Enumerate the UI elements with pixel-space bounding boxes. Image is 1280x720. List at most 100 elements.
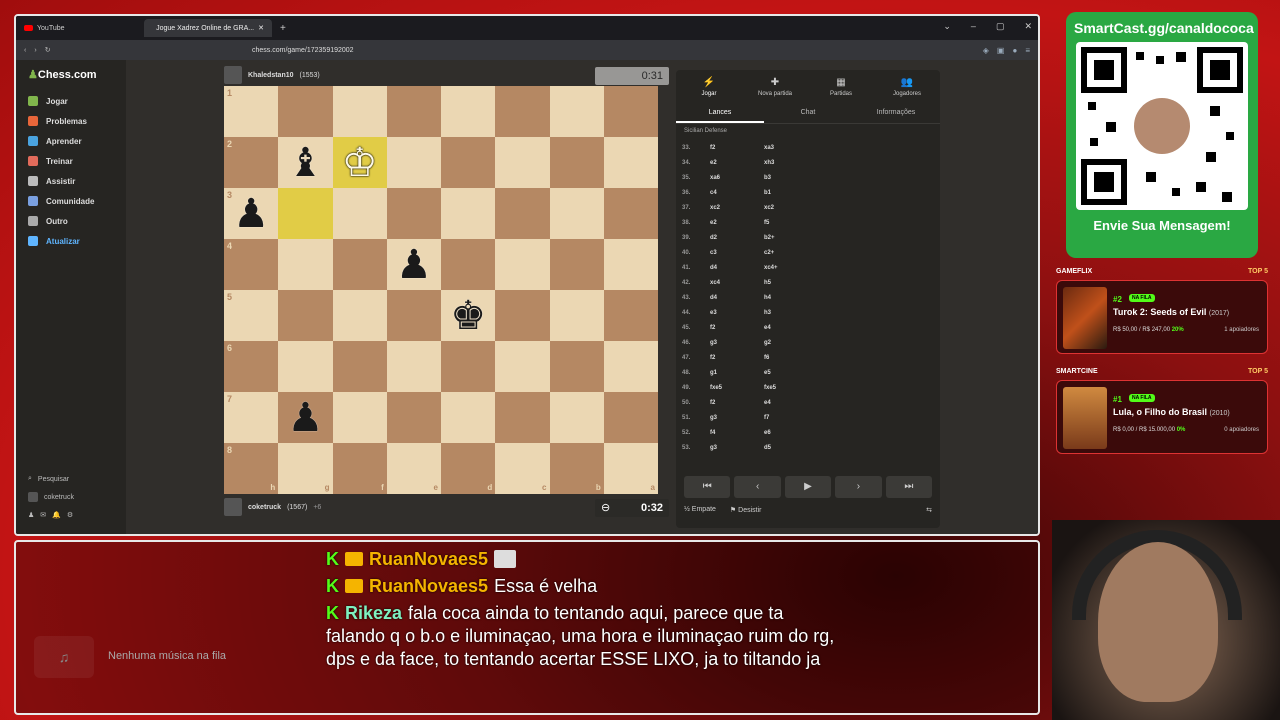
- black-move[interactable]: e4: [764, 400, 824, 406]
- square-g2[interactable]: ♝: [278, 137, 333, 188]
- maximize-icon[interactable]: ▢: [996, 21, 1005, 32]
- chessboard[interactable]: 1 2 ♝ ♔ 3 ♟ 4 ♟ 5 ♚ 6 7 ♟ 8 h g f e d c b a: [224, 86, 658, 494]
- square-d5[interactable]: ♚: [441, 290, 496, 341]
- square-h8[interactable]: 8h: [224, 443, 279, 494]
- black-move[interactable]: f6: [764, 355, 824, 361]
- white-piece[interactable]: ♔: [342, 143, 378, 183]
- chat-username[interactable]: RuanNovaes5: [369, 576, 488, 596]
- my-avatar[interactable]: [224, 498, 242, 516]
- black-move[interactable]: f7: [764, 415, 824, 421]
- sidebar-item-outro[interactable]: Outro: [28, 211, 114, 231]
- square-e3[interactable]: [386, 188, 441, 239]
- sidebar-item-atualizar[interactable]: Atualizar: [28, 231, 114, 251]
- reload-icon[interactable]: ↻: [45, 46, 51, 54]
- square-c1[interactable]: [495, 86, 550, 137]
- chat-username[interactable]: RuanNovaes5: [369, 549, 488, 569]
- draw-button[interactable]: ½ Empate: [684, 506, 716, 514]
- white-move[interactable]: f4: [710, 430, 764, 436]
- square-a2[interactable]: [603, 137, 658, 188]
- square-b7[interactable]: [549, 392, 604, 443]
- tab-chess[interactable]: Jogue Xadrez Online de GRA... ✕: [144, 19, 272, 37]
- tab-jogadores[interactable]: 👥 Jogadores: [874, 70, 940, 104]
- square-e4[interactable]: ♟: [386, 239, 441, 290]
- tab-partidas[interactable]: ▦ Partidas: [808, 70, 874, 104]
- black-piece[interactable]: ♟: [287, 398, 323, 438]
- square-a8[interactable]: a: [603, 443, 658, 494]
- chat-username[interactable]: Rikeza: [345, 603, 402, 623]
- square-h2[interactable]: 2: [224, 137, 279, 188]
- black-move[interactable]: e4: [764, 325, 824, 331]
- square-b4[interactable]: [549, 239, 604, 290]
- url-field[interactable]: chess.com/game/172359192002: [252, 47, 354, 54]
- square-f4[interactable]: [332, 239, 387, 290]
- close-icon[interactable]: ✕: [258, 24, 264, 32]
- subtab-1[interactable]: Chat: [764, 104, 852, 123]
- white-move[interactable]: xc4: [710, 280, 764, 286]
- white-move[interactable]: fxe5: [710, 385, 764, 391]
- sidebar-icon[interactable]: ▣: [997, 46, 1005, 55]
- bell-icon[interactable]: 🔔: [52, 511, 61, 519]
- black-move[interactable]: g2: [764, 340, 824, 346]
- white-move[interactable]: g3: [710, 340, 764, 346]
- black-move[interactable]: b2+: [764, 235, 824, 241]
- gear-icon[interactable]: ⚙: [67, 511, 73, 519]
- square-a4[interactable]: [603, 239, 658, 290]
- black-move[interactable]: d5: [764, 445, 824, 451]
- square-f8[interactable]: f: [332, 443, 387, 494]
- square-h5[interactable]: 5: [224, 290, 279, 341]
- white-move[interactable]: f2: [710, 145, 764, 151]
- square-d4[interactable]: [441, 239, 496, 290]
- first-move-button[interactable]: ⏮: [684, 476, 731, 498]
- square-b1[interactable]: [549, 86, 604, 137]
- white-move[interactable]: f2: [710, 400, 764, 406]
- square-a5[interactable]: [603, 290, 658, 341]
- sidebar-item-assistir[interactable]: Assistir: [28, 171, 114, 191]
- square-g3[interactable]: [278, 188, 333, 239]
- square-f1[interactable]: [332, 86, 387, 137]
- square-c4[interactable]: [495, 239, 550, 290]
- square-b8[interactable]: b: [549, 443, 604, 494]
- square-h4[interactable]: 4: [224, 239, 279, 290]
- square-d2[interactable]: [441, 137, 496, 188]
- square-f7[interactable]: [332, 392, 387, 443]
- white-move[interactable]: d4: [710, 295, 764, 301]
- new-tab-icon[interactable]: +: [280, 23, 286, 34]
- square-h7[interactable]: 7: [224, 392, 279, 443]
- black-move[interactable]: e6: [764, 430, 824, 436]
- tab-youtube[interactable]: YouTube: [16, 19, 144, 37]
- prev-move-button[interactable]: ‹: [734, 476, 781, 498]
- black-move[interactable]: xc4+: [764, 265, 824, 271]
- square-e1[interactable]: [386, 86, 441, 137]
- black-move[interactable]: fxe5: [764, 385, 824, 391]
- white-move[interactable]: d2: [710, 235, 764, 241]
- square-d1[interactable]: [441, 86, 496, 137]
- black-move[interactable]: f5: [764, 220, 824, 226]
- square-c3[interactable]: [495, 188, 550, 239]
- black-move[interactable]: h4: [764, 295, 824, 301]
- square-e5[interactable]: [386, 290, 441, 341]
- square-g4[interactable]: [278, 239, 333, 290]
- square-g8[interactable]: g: [278, 443, 333, 494]
- sidebar-item-comunidade[interactable]: Comunidade: [28, 191, 114, 211]
- black-move[interactable]: e5: [764, 370, 824, 376]
- browser-menu-icon[interactable]: ≡: [1025, 46, 1030, 55]
- back-icon[interactable]: ‹: [24, 47, 26, 54]
- square-d6[interactable]: [441, 341, 496, 392]
- last-move-button[interactable]: ⏭: [885, 476, 933, 498]
- square-f6[interactable]: [332, 341, 387, 392]
- square-b3[interactable]: [549, 188, 604, 239]
- white-move[interactable]: e2: [710, 160, 764, 166]
- square-e7[interactable]: [386, 392, 441, 443]
- square-f2[interactable]: ♔: [332, 137, 387, 188]
- menu-icon[interactable]: ⌄: [943, 21, 951, 32]
- white-move[interactable]: d4: [710, 265, 764, 271]
- square-h3[interactable]: 3 ♟: [224, 188, 279, 239]
- sidebar-item-aprender[interactable]: Aprender: [28, 131, 114, 151]
- black-piece[interactable]: ♚: [450, 296, 486, 336]
- subtab-0[interactable]: Lances: [676, 104, 764, 123]
- chess-logo[interactable]: ♟Chess.com: [28, 68, 114, 81]
- play-button[interactable]: ▶: [784, 476, 832, 498]
- black-move[interactable]: xh3: [764, 160, 824, 166]
- next-move-button[interactable]: ›: [835, 476, 882, 498]
- square-h6[interactable]: 6: [224, 341, 279, 392]
